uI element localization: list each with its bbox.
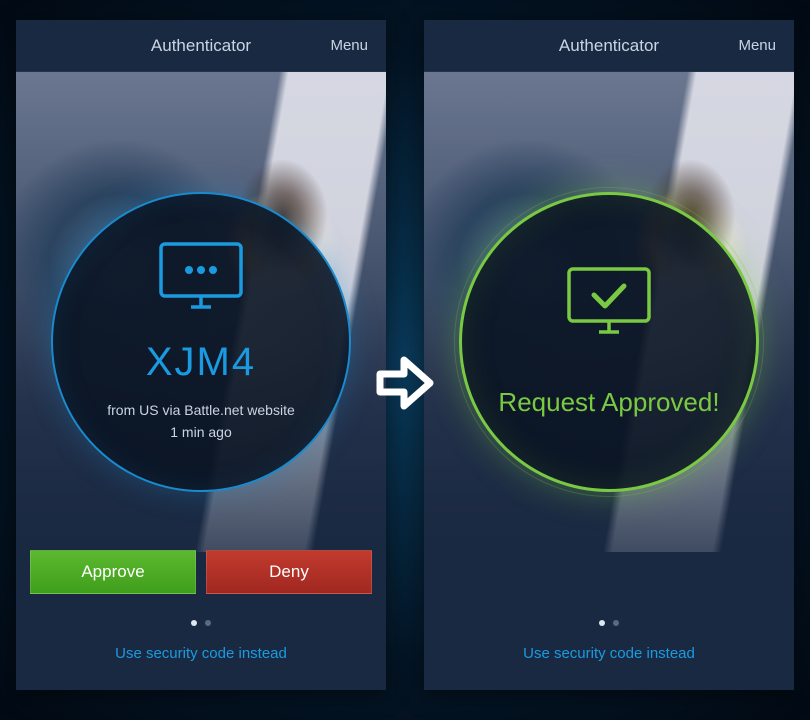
app-header: Authenticator Menu: [424, 20, 794, 72]
use-security-code-link[interactable]: Use security code instead: [16, 645, 386, 662]
deny-button[interactable]: Deny: [206, 550, 372, 594]
header-title: Authenticator: [151, 36, 251, 56]
menu-button[interactable]: Menu: [738, 37, 776, 54]
request-source: from US via Battle.net website: [107, 399, 295, 421]
request-circle: XJM4 from US via Battle.net website 1 mi…: [51, 192, 351, 492]
header-title: Authenticator: [559, 36, 659, 56]
request-code: XJM4: [146, 340, 256, 385]
page-indicator: [424, 620, 794, 626]
app-header: Authenticator Menu: [16, 20, 386, 72]
page-dot-active[interactable]: [191, 620, 197, 626]
menu-button[interactable]: Menu: [330, 37, 368, 54]
approved-message: Request Approved!: [498, 387, 719, 418]
authenticator-approved-screen: Authenticator Menu Request Approved!: [424, 20, 794, 690]
page-dot[interactable]: [613, 620, 619, 626]
use-security-code-link[interactable]: Use security code instead: [424, 645, 794, 662]
transition-arrow-icon: [372, 350, 438, 421]
monitor-pending-icon: [158, 241, 244, 322]
page-indicator: [16, 620, 386, 626]
authenticator-request-screen: Authenticator Menu XJM4: [16, 20, 386, 690]
page-dot-active[interactable]: [599, 620, 605, 626]
request-details: from US via Battle.net website 1 min ago: [107, 399, 295, 444]
request-time: 1 min ago: [107, 421, 295, 443]
monitor-approved-icon: [566, 266, 652, 347]
approved-circle: Request Approved!: [459, 192, 759, 492]
approve-button[interactable]: Approve: [30, 550, 196, 594]
page-dot[interactable]: [205, 620, 211, 626]
